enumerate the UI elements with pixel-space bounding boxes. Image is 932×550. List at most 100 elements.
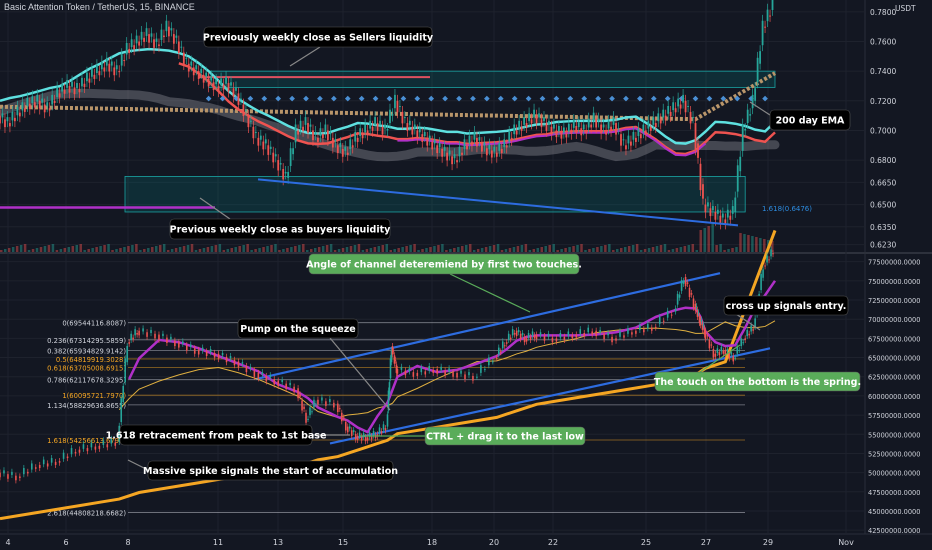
volume-bar (731, 248, 734, 252)
candle-body (225, 356, 228, 363)
volume-bar (123, 247, 126, 252)
volume-bar (468, 244, 472, 252)
candle-body (704, 204, 707, 213)
candle-body (766, 255, 768, 263)
candle-body (352, 430, 355, 433)
candle-body (76, 83, 78, 89)
volume-bar (476, 249, 480, 252)
candle-body (734, 357, 737, 359)
volume-bar (437, 245, 440, 252)
candle-body (762, 269, 764, 278)
candle-body (585, 130, 588, 134)
candle-body (622, 139, 625, 141)
candle-body (688, 287, 691, 297)
candle-body (560, 131, 563, 139)
candle-body (16, 106, 19, 116)
candle-body (721, 213, 724, 218)
candle-body (202, 74, 205, 83)
candle-body (187, 63, 190, 72)
volume-bar (75, 245, 79, 252)
candle-body (582, 124, 585, 130)
candle-body (572, 120, 575, 128)
volume-bar (759, 238, 762, 252)
candle-body (339, 408, 341, 410)
volume-bar (472, 250, 476, 252)
y-tick-label: 0.6350 (870, 223, 896, 232)
volume-bar (67, 247, 71, 252)
candle-body (571, 335, 574, 339)
candle-body (23, 468, 25, 475)
volume-bar (258, 248, 261, 252)
candle-body (195, 65, 198, 70)
candle-body (247, 115, 250, 128)
volume-bar (337, 249, 341, 252)
candle-body (426, 137, 429, 146)
volume-bar (79, 244, 82, 252)
volume-bar (727, 249, 730, 252)
candle-body (518, 120, 521, 129)
candle-body (86, 72, 88, 82)
y-tick-label: 65000000.0000 (868, 355, 920, 363)
x-tick-label: Nov (838, 538, 854, 547)
fib-ext-label: 1.618(0.6476) (762, 205, 812, 213)
candle-body (416, 372, 419, 376)
candle-body (314, 131, 317, 135)
candle-body (420, 367, 423, 373)
candle-body (192, 67, 195, 76)
candle-body (752, 329, 754, 331)
callout-text: 200 day EMA (776, 116, 845, 127)
volume-bar (218, 244, 222, 252)
candle-body (647, 323, 649, 329)
candle-body (580, 128, 583, 136)
volume-bar (214, 245, 218, 252)
candle-body (113, 67, 116, 76)
candle-body (138, 330, 140, 336)
y-tick-label: 0.6230 (870, 241, 896, 250)
candle-body (232, 88, 235, 97)
candle-body (371, 126, 374, 131)
candle-body (83, 83, 86, 88)
candle-body (1, 113, 4, 118)
candle-body (48, 108, 51, 111)
volume-bar (719, 244, 722, 252)
candle-body (529, 336, 532, 340)
candle-body (533, 109, 535, 118)
candle-body (680, 280, 683, 291)
candle-body (531, 331, 534, 337)
candle-body (166, 337, 168, 343)
candle-body (607, 333, 609, 336)
candle-body (118, 71, 121, 73)
candle-body (393, 355, 396, 364)
candle-body (366, 437, 369, 441)
candle-body (229, 356, 232, 359)
volume-bar (683, 246, 687, 252)
volume-bar (492, 245, 496, 252)
candle-body (677, 98, 680, 107)
candle-body (510, 137, 513, 141)
candle-body (607, 120, 610, 129)
candle-body (366, 130, 369, 135)
candle-body (533, 335, 536, 339)
volume-bar (707, 226, 710, 252)
candle-body (751, 94, 754, 109)
candle-body (384, 428, 387, 431)
candle-body (709, 208, 712, 217)
volume-bar (155, 246, 158, 252)
candle-body (700, 319, 703, 322)
candle-body (548, 120, 550, 125)
candle-body (46, 102, 49, 107)
candle-body (443, 146, 446, 151)
candle-body (521, 333, 524, 336)
candle-body (728, 352, 731, 359)
volume-bar (83, 250, 86, 252)
candle-body (694, 303, 697, 311)
candle-body (559, 333, 562, 338)
candle-body (124, 358, 126, 383)
volume-bar (445, 250, 448, 252)
volume-bar (278, 250, 281, 252)
volume-bar (659, 245, 663, 252)
candle-body (617, 128, 620, 130)
candle-body (488, 357, 490, 366)
candle-body (3, 470, 5, 474)
volume-bar (548, 245, 551, 252)
